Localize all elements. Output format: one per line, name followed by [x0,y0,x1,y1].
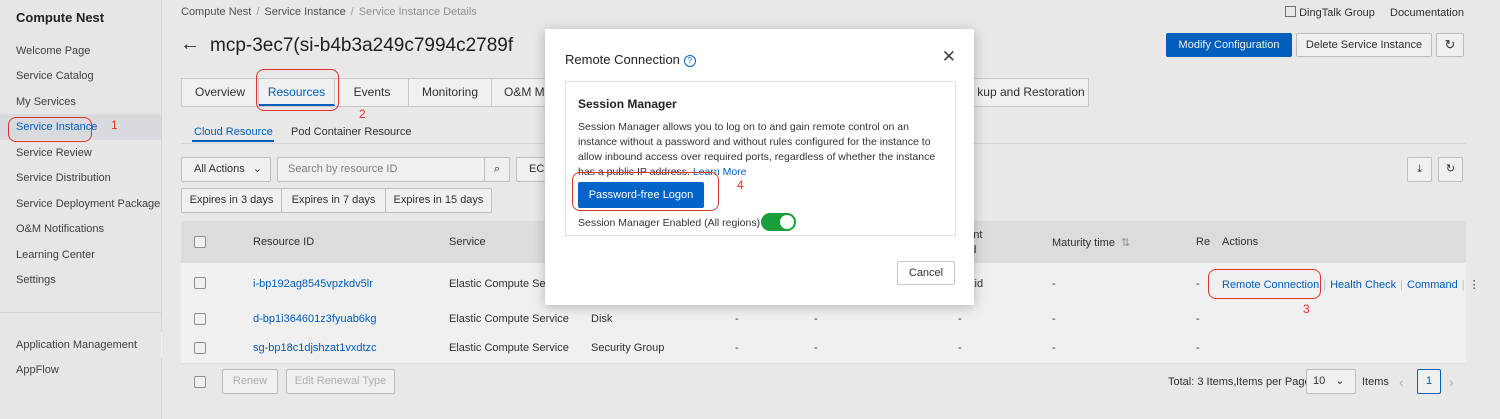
session-manager-enabled-label: Session Manager Enabled (All regions) [578,217,761,229]
session-manager-title: Session Manager [578,97,677,111]
annotation-box-2 [256,69,339,111]
annotation-box-3 [1208,269,1321,299]
session-manager-description: Session Manager allows you to log on to … [578,120,948,180]
annotation-number-2: 2 [359,107,366,121]
annotation-number-3: 3 [1303,302,1310,316]
annotation-number-4: 4 [737,178,744,192]
dialog-title-text: Remote Connection [565,52,680,67]
session-manager-toggle[interactable] [761,213,796,231]
cancel-button[interactable]: Cancel [897,261,955,285]
help-icon[interactable]: ? [683,55,696,67]
session-manager-card: Session Manager Session Manager allows y… [565,81,956,236]
annotation-box-4 [572,172,719,211]
annotation-box-1 [8,117,92,142]
remote-connection-dialog: Remote Connection? ✕ Session Manager Ses… [545,29,974,305]
description-text: Session Manager allows you to log on to … [578,121,936,178]
annotation-number-1: 1 [111,118,118,132]
dialog-title: Remote Connection? [565,52,696,67]
close-icon[interactable]: ✕ [942,47,956,67]
toggle-knob [780,215,794,229]
